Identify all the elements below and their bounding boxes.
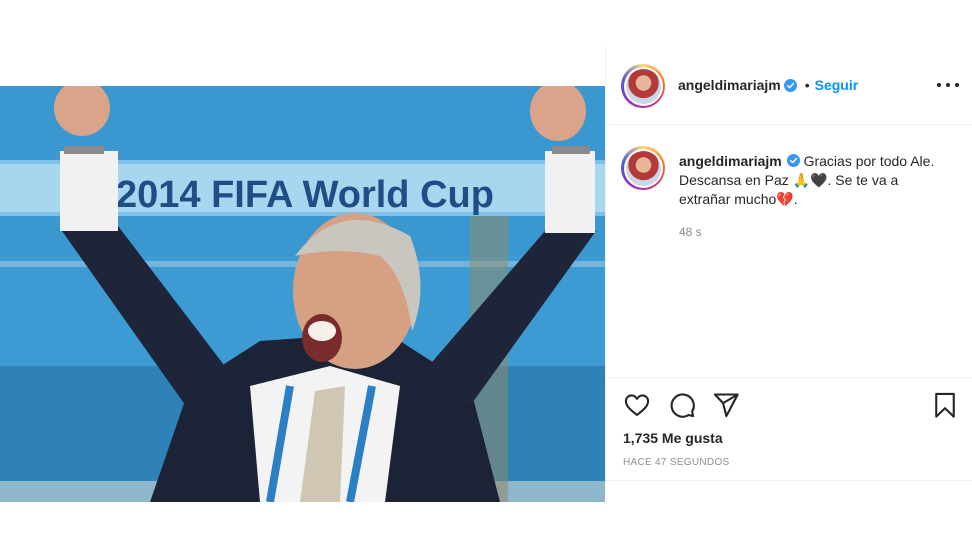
divider — [605, 480, 972, 481]
avatar-image — [625, 150, 661, 186]
more-options-icon[interactable] — [937, 76, 959, 94]
post-photo[interactable]: 2014 FIFA World Cup — [0, 86, 605, 502]
paper-plane-icon[interactable] — [712, 391, 740, 419]
likes-count[interactable]: 1,735 Me gusta — [623, 430, 723, 446]
heart-icon[interactable] — [623, 391, 651, 419]
verified-badge-icon — [783, 78, 797, 92]
separator-dot: • — [804, 77, 810, 93]
post-header: angeldimariajm • Seguir — [606, 46, 972, 125]
author-name-row: angeldimariajm • Seguir — [678, 77, 858, 93]
follow-button[interactable]: Seguir — [815, 77, 859, 93]
post-timestamp[interactable]: HACE 47 SEGUNDOS — [623, 457, 730, 468]
banner-text: 2014 FIFA World Cup — [116, 174, 494, 216]
photo-illustration: 2014 FIFA World Cup — [0, 86, 605, 502]
comment-bubble-icon[interactable] — [668, 391, 696, 419]
verified-badge-icon — [786, 154, 800, 167]
bookmark-icon[interactable] — [931, 391, 959, 419]
caption-text-block: angeldimariajm Gracias por todo Ale. Des… — [679, 152, 949, 209]
author-username[interactable]: angeldimariajm — [678, 77, 781, 93]
post-side-panel: angeldimariajm • Seguir angeldimariajm G… — [605, 46, 972, 480]
avatar-image — [625, 68, 661, 104]
author-avatar[interactable] — [621, 64, 665, 108]
post-actions: 1,735 Me gusta HACE 47 SEGUNDOS — [606, 377, 972, 480]
caption-age[interactable]: 48 s — [679, 225, 702, 239]
caption-avatar[interactable] — [621, 146, 665, 190]
caption-username[interactable]: angeldimariajm — [679, 153, 782, 169]
